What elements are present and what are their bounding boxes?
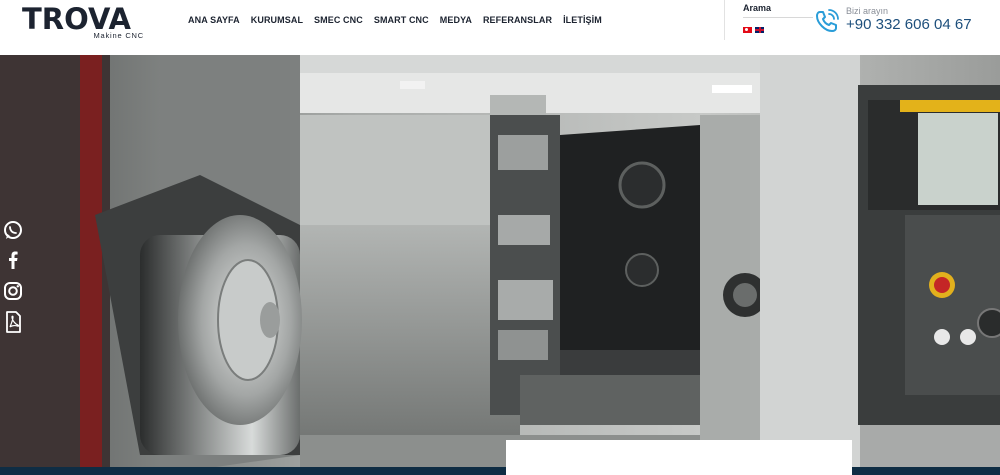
phone-icon[interactable] <box>814 8 840 34</box>
hero-banner <box>0 55 1000 475</box>
nav-item-smec-cnc[interactable]: SMEC CNC <box>314 15 363 25</box>
search-toggle[interactable]: Arama <box>743 3 771 13</box>
brand-logo[interactable]: TROVA Makine CNC <box>22 4 144 42</box>
brand-tagline: Makine CNC <box>93 31 144 40</box>
content-card <box>506 440 852 475</box>
nav-item-medya[interactable]: MEDYA <box>440 15 472 25</box>
header-divider <box>724 0 725 40</box>
pdf-icon[interactable] <box>0 309 26 335</box>
nav-item-ana-sayfa[interactable]: ANA SAYFA <box>188 15 240 25</box>
call-label: Bizi arayın <box>846 6 889 16</box>
brand-name: TROVA <box>22 2 131 36</box>
site-header: TROVA Makine CNC ANA SAYFA KURUMSAL SMEC… <box>0 0 1000 55</box>
whatsapp-icon[interactable] <box>0 218 26 244</box>
hero-machine-image <box>0 55 1000 475</box>
main-nav: ANA SAYFA KURUMSAL SMEC CNC SMART CNC ME… <box>188 15 613 25</box>
nav-item-smart-cnc[interactable]: SMART CNC <box>374 15 429 25</box>
facebook-icon[interactable] <box>0 247 26 273</box>
language-switcher <box>743 27 764 33</box>
nav-item-iletisim[interactable]: İLETİŞİM <box>563 15 602 25</box>
nav-item-referanslar[interactable]: REFERANSLAR <box>483 15 552 25</box>
instagram-icon[interactable] <box>0 278 26 304</box>
phone-number-link[interactable]: +90 332 606 04 67 <box>846 16 972 33</box>
nav-item-kurumsal[interactable]: KURUMSAL <box>251 15 303 25</box>
flag-tr-icon[interactable] <box>743 27 752 33</box>
flag-en-icon[interactable] <box>755 27 764 33</box>
search-underline <box>743 17 813 18</box>
